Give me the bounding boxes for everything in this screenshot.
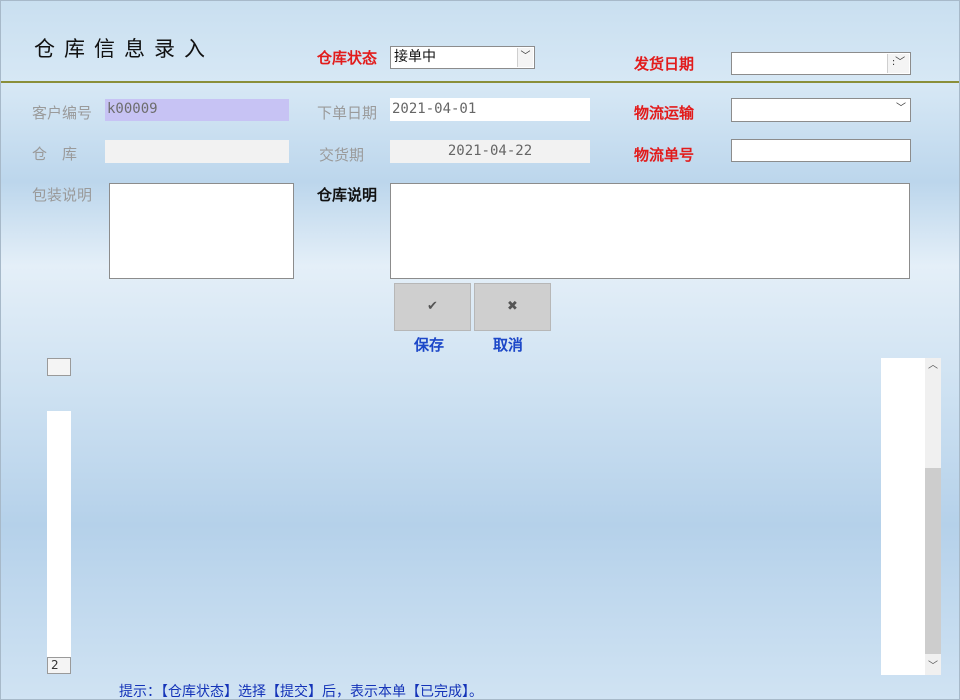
tracking-field[interactable] [731,139,911,162]
warehouse-note-label: 仓库说明 [317,186,378,204]
status-label: 仓库状态 [317,49,378,67]
logistics-select[interactable]: ﹀ [731,98,911,122]
customer-no-field[interactable]: k00009 [105,99,289,121]
ship-date-picker[interactable]: :﹀ [731,52,911,75]
scrollbar-thumb[interactable] [925,468,941,654]
warehouse-label: 仓 库 [32,145,78,163]
header-divider [1,81,959,83]
status-select[interactable]: 接单中 ﹀ [390,46,535,69]
record-nav-button[interactable] [47,358,71,376]
chevron-down-icon[interactable]: ﹀ [893,100,909,120]
logistics-label: 物流运输 [634,104,695,122]
tracking-label: 物流单号 [634,146,695,164]
customer-no-label: 客户编号 [32,104,93,122]
record-index[interactable]: 2 [47,657,71,674]
packaging-label: 包装说明 [32,186,93,204]
delivery-label: 交货期 [319,146,365,164]
save-button[interactable]: ✔ [394,283,471,331]
packaging-textarea[interactable] [109,183,294,279]
order-date-field[interactable]: 2021-04-01 [390,98,590,121]
warehouse-field[interactable] [105,140,289,163]
warehouse-note-textarea[interactable] [390,183,910,279]
order-date-label: 下单日期 [317,104,378,122]
ship-date-label: 发货日期 [634,55,695,73]
cancel-button[interactable]: ✖ [474,283,551,331]
footer-hint: 提示：【仓库状态】选择【提交】后，表示本单【已完成】。 [119,684,483,700]
delivery-field[interactable]: 2021-04-22 [390,140,590,163]
status-value: 接单中 [394,49,436,65]
record-list[interactable] [47,411,71,657]
cancel-label[interactable]: 取消 [493,334,523,355]
save-label[interactable]: 保存 [414,334,444,355]
chevron-down-icon[interactable]: ﹀ [925,659,941,675]
close-icon: ✖ [507,299,518,314]
chevron-down-icon[interactable]: ﹀ [517,48,533,67]
chevron-up-icon[interactable]: ︿ [925,358,941,374]
detail-panel[interactable]: ︿ ﹀ [881,358,941,675]
page-title: 仓库信息录入 [34,37,214,61]
checkmark-icon: ✔ [427,299,438,314]
date-dropdown-icon[interactable]: :﹀ [887,54,909,73]
